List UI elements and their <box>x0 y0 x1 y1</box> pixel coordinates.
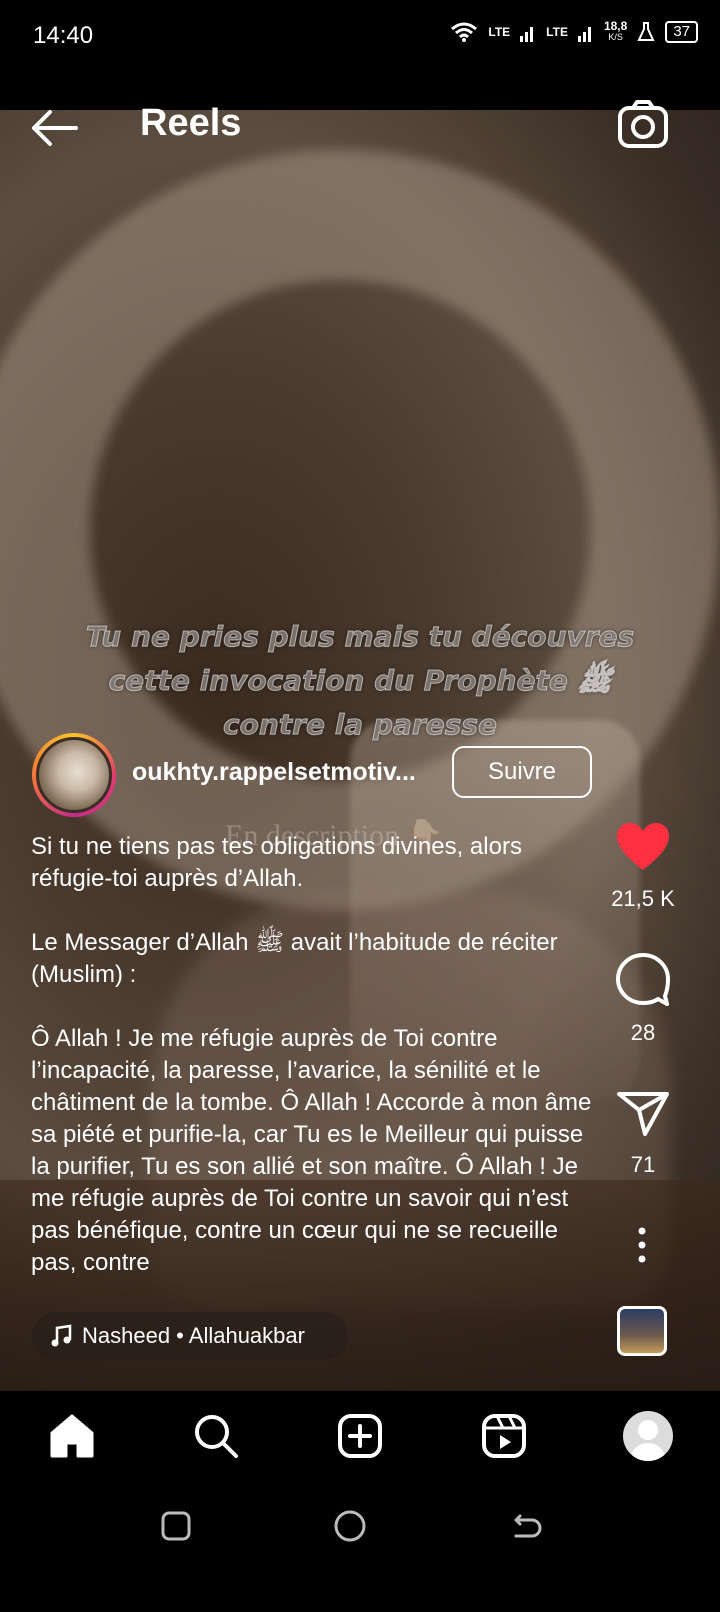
send-icon <box>617 1092 669 1136</box>
search-icon <box>195 1414 238 1458</box>
home-icon <box>50 1414 94 1457</box>
back-icon[interactable] <box>504 1506 544 1546</box>
nav-search[interactable] <box>181 1401 251 1471</box>
share-count: 71 <box>630 1152 656 1177</box>
reel-caption[interactable]: Si tu ne tiens pas tes obligations divin… <box>31 831 601 1283</box>
create-icon <box>338 1413 382 1458</box>
author-avatar-image <box>36 737 112 813</box>
author-avatar[interactable] <box>32 733 116 817</box>
author-username[interactable]: oukhty.rappelsetmotiv... <box>132 758 432 787</box>
recents-icon[interactable] <box>156 1506 196 1546</box>
caption-paragraph: Le Messager d’Allah ﷺ avait l’habitude d… <box>31 929 558 988</box>
audio-track[interactable]: Nasheed • Allahuakbar <box>32 1312 348 1360</box>
audio-thumbnail[interactable] <box>617 1306 667 1356</box>
comment-count: 28 <box>630 1020 656 1045</box>
caption-paragraph: Ô Allah ! Je me réfugie auprès de Toi co… <box>31 1025 592 1276</box>
signal-2-label: LTE <box>546 24 568 39</box>
like-button[interactable]: 21,5 K <box>608 822 678 912</box>
status-time: 14:40 <box>33 22 94 49</box>
camera-icon[interactable] <box>616 98 670 152</box>
music-note-icon <box>51 1324 72 1347</box>
share-button[interactable]: 71 <box>608 1088 678 1178</box>
signal-bars-icon <box>520 26 534 42</box>
video-overlay-title: Tu ne pries plus mais tu découvres cette… <box>85 620 635 742</box>
follow-button[interactable]: Suivre <box>452 746 592 798</box>
nav-profile[interactable] <box>613 1401 683 1471</box>
page-title: Reels <box>140 102 242 144</box>
nav-reels[interactable] <box>469 1401 539 1471</box>
home-circle-icon[interactable] <box>330 1506 370 1546</box>
battery-indicator: 37 <box>665 20 698 43</box>
flask-icon <box>637 21 655 41</box>
nav-home[interactable] <box>37 1401 107 1471</box>
caption-paragraph: Si tu ne tiens pas tes obligations divin… <box>31 833 522 892</box>
speed-unit: K/S <box>608 32 623 42</box>
signal-1-label: LTE <box>488 24 511 39</box>
heart-icon <box>617 823 669 870</box>
wifi-icon <box>451 22 478 42</box>
system-nav-bar <box>0 1480 720 1612</box>
status-bar: 14:40 LTE LTE 18,8 K/S 37 <box>0 0 720 110</box>
more-options-icon[interactable] <box>628 1225 656 1265</box>
like-count: 21,5 K <box>611 886 675 911</box>
arrow-left-icon[interactable] <box>28 108 82 148</box>
reels-icon <box>482 1413 526 1458</box>
status-icons: LTE LTE 18,8 K/S 37 <box>450 20 698 43</box>
comment-button[interactable]: 28 <box>608 952 678 1046</box>
profile-avatar-icon <box>623 1410 673 1461</box>
comment-icon <box>616 953 670 1006</box>
signal-bars-icon <box>577 26 591 42</box>
audio-label: Nasheed • Allahuakbar <box>82 1323 305 1348</box>
speed-value: 18,8 <box>603 19 628 33</box>
nav-create[interactable] <box>325 1401 395 1471</box>
bottom-nav <box>0 1390 720 1480</box>
